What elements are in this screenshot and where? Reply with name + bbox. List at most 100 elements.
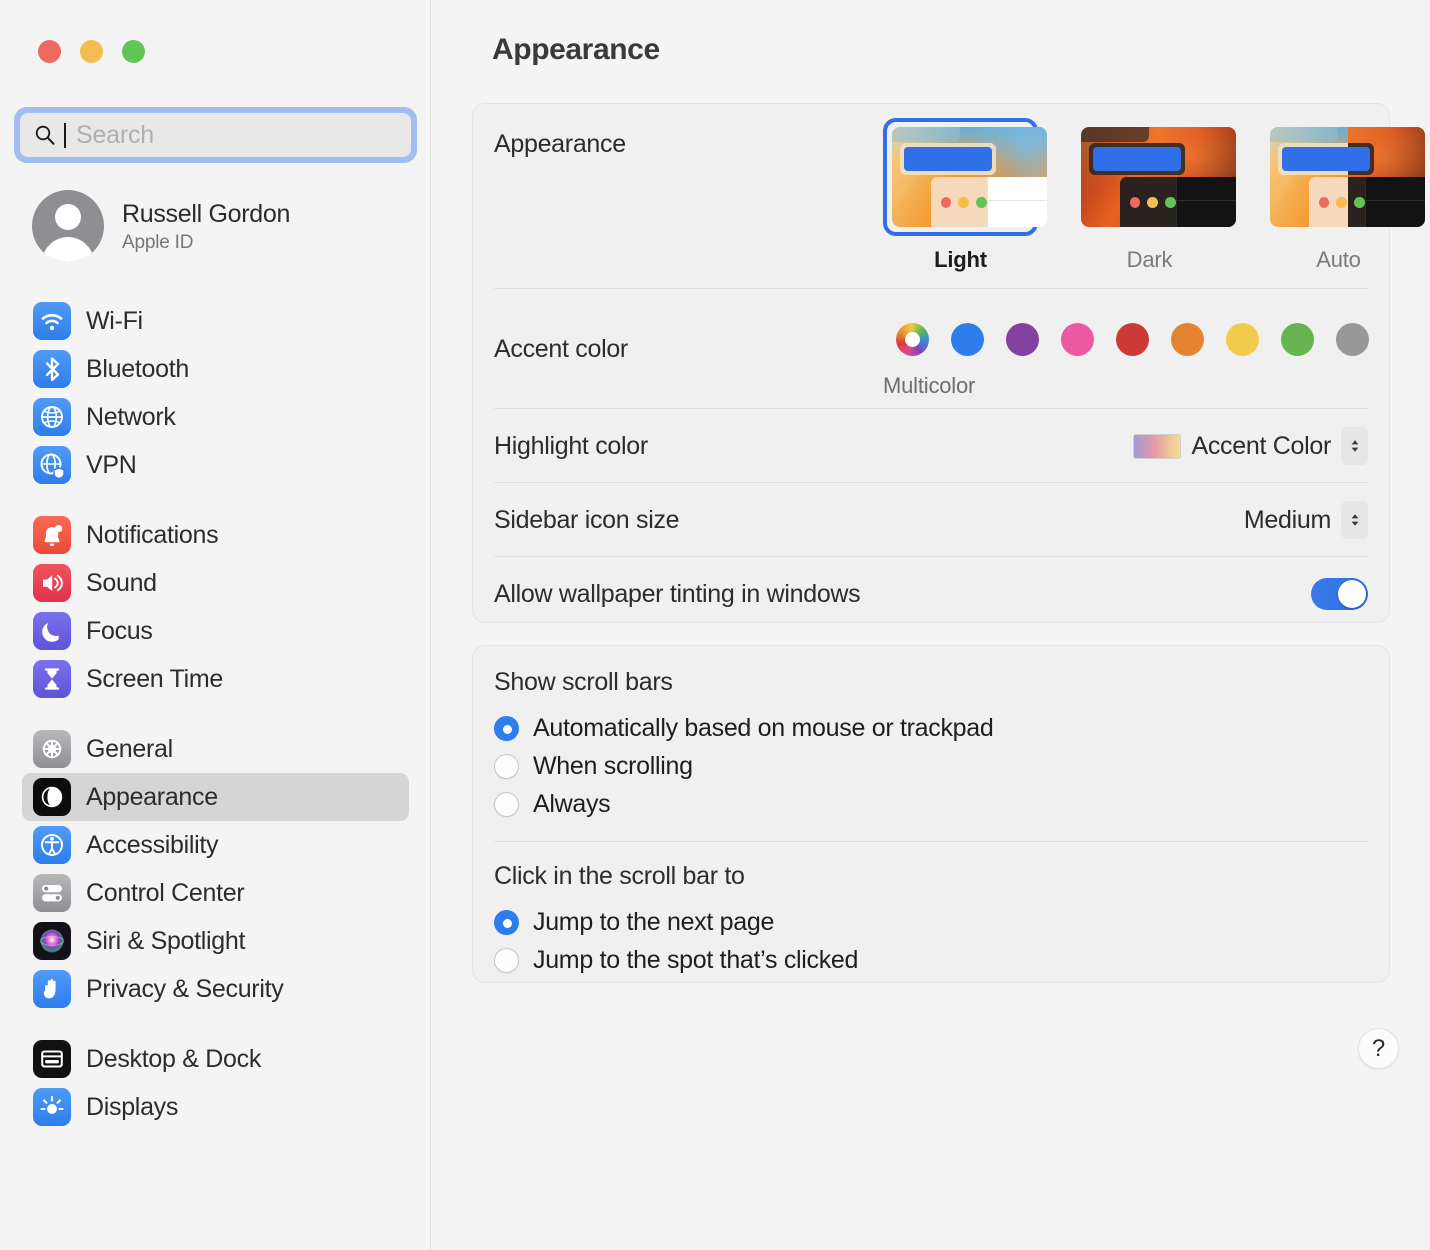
control-center-icon [33, 874, 71, 912]
theme-label: Auto [1261, 247, 1416, 273]
scroll-click-option-spot-clicked[interactable]: Jump to the spot that’s clicked [494, 941, 1368, 979]
maximize-button[interactable] [122, 40, 145, 63]
sidebar-item-label: Sound [86, 569, 157, 598]
radio-button[interactable] [494, 910, 519, 935]
radio-button[interactable] [494, 792, 519, 817]
sidebar-item-label: Network [86, 403, 176, 432]
sidebar-item-focus[interactable]: Focus [22, 607, 409, 655]
close-button[interactable] [38, 40, 61, 63]
appearance-contrast-icon [33, 778, 71, 816]
show-scroll-bars-title: Show scroll bars [494, 668, 1368, 697]
wifi-icon [33, 302, 71, 340]
window-traffic-lights [38, 40, 145, 63]
sidebar-item-label: Appearance [86, 783, 218, 812]
privacy-hand-icon [33, 970, 71, 1008]
theme-option-dark[interactable]: Dark [1072, 118, 1227, 273]
sidebar-item-vpn[interactable]: VPN [22, 441, 409, 489]
accent-swatch-red[interactable] [1116, 323, 1149, 356]
sidebar-item-label: Wi-Fi [86, 307, 143, 336]
theme-preview-light [892, 127, 1047, 227]
minimize-button[interactable] [80, 40, 103, 63]
theme-preview-dark [1081, 127, 1236, 227]
sidebar-group-desktop: Desktop & Dock [0, 1035, 431, 1131]
accent-swatch-multicolor[interactable] [896, 323, 929, 356]
radio-button[interactable] [494, 948, 519, 973]
accent-swatch-green[interactable] [1281, 323, 1314, 356]
radio-button[interactable] [494, 754, 519, 779]
search-placeholder: Search [76, 121, 154, 150]
theme-label: Light [883, 247, 1038, 273]
scroll-bars-option-auto[interactable]: Automatically based on mouse or trackpad [494, 709, 1368, 747]
radio-label: Automatically based on mouse or trackpad [533, 714, 993, 743]
sidebar-item-screen-time[interactable]: Screen Time [22, 655, 409, 703]
sidebar: Search Russell Gordon Apple ID [0, 0, 431, 1250]
sidebar-item-label: Displays [86, 1093, 178, 1122]
chevron-updown-icon[interactable] [1341, 501, 1368, 539]
sidebar-nav: Wi-Fi Bluetooth [0, 297, 431, 1153]
accent-swatch-purple[interactable] [1006, 323, 1039, 356]
sidebar-item-label: Accessibility [86, 831, 218, 860]
scroll-click-option-next-page[interactable]: Jump to the next page [494, 903, 1368, 941]
bluetooth-icon [33, 350, 71, 388]
sidebar-item-control-center[interactable]: Control Center [22, 869, 409, 917]
general-gear-icon [33, 730, 71, 768]
theme-option-light[interactable]: Light [883, 118, 1038, 273]
accessibility-icon [33, 826, 71, 864]
account-name: Russell Gordon [122, 199, 290, 229]
radio-button[interactable] [494, 716, 519, 741]
apple-id-account-row[interactable]: Russell Gordon Apple ID [32, 190, 290, 262]
accent-color-swatches [896, 323, 1369, 356]
sidebar-group-preferences: General Appearance [0, 725, 431, 1013]
toggle-knob [1338, 580, 1366, 608]
accent-swatch-graphite[interactable] [1336, 323, 1369, 356]
sidebar-item-sound[interactable]: Sound [22, 559, 409, 607]
accent-swatch-pink[interactable] [1061, 323, 1094, 356]
sidebar-item-label: Focus [86, 617, 153, 646]
system-settings-window: Search Russell Gordon Apple ID [0, 0, 1430, 1250]
sidebar-item-label: Desktop & Dock [86, 1045, 261, 1074]
sidebar-item-privacy-security[interactable]: Privacy & Security [22, 965, 409, 1013]
notifications-bell-icon [33, 516, 71, 554]
sidebar-item-displays[interactable]: Displays [22, 1083, 409, 1131]
highlight-color-value: Accent Color [1191, 432, 1331, 461]
sidebar-item-network[interactable]: Network [22, 393, 409, 441]
accent-swatch-orange[interactable] [1171, 323, 1204, 356]
page-title: Appearance [492, 33, 660, 67]
text-cursor [64, 123, 66, 148]
radio-label: Jump to the next page [533, 908, 774, 937]
radio-label: Jump to the spot that’s clicked [533, 946, 858, 975]
sidebar-item-wi-fi[interactable]: Wi-Fi [22, 297, 409, 345]
sidebar-icon-size-popup[interactable]: Medium [1244, 501, 1368, 539]
scroll-bars-option-when-scrolling[interactable]: When scrolling [494, 747, 1368, 785]
sidebar-item-siri-spotlight[interactable]: Siri & Spotlight [22, 917, 409, 965]
sound-speaker-icon [33, 564, 71, 602]
highlight-color-swatch [1133, 434, 1181, 459]
appearance-row: Appearance [473, 104, 1389, 289]
highlight-color-popup[interactable]: Accent Color [1133, 427, 1368, 465]
theme-preview-auto [1270, 127, 1425, 227]
search-icon [34, 124, 56, 146]
accent-color-caption: Multicolor [883, 373, 975, 399]
sidebar-item-desktop-dock[interactable]: Desktop & Dock [22, 1035, 409, 1083]
scroll-bars-option-always[interactable]: Always [494, 785, 1368, 823]
search-field-focus-ring: Search [14, 107, 417, 163]
chevron-updown-icon[interactable] [1341, 427, 1368, 465]
sidebar-item-accessibility[interactable]: Accessibility [22, 821, 409, 869]
theme-option-auto[interactable]: Auto [1261, 118, 1416, 273]
accent-swatch-yellow[interactable] [1226, 323, 1259, 356]
sidebar-item-notifications[interactable]: Notifications [22, 511, 409, 559]
appearance-settings-card: Appearance [472, 103, 1390, 623]
sidebar-item-general[interactable]: General [22, 725, 409, 773]
focus-moon-icon [33, 612, 71, 650]
wallpaper-tinting-toggle[interactable] [1311, 578, 1368, 610]
sidebar-item-bluetooth[interactable]: Bluetooth [22, 345, 409, 393]
highlight-color-label: Highlight color [494, 432, 648, 461]
sidebar-item-appearance[interactable]: Appearance [22, 773, 409, 821]
sidebar-item-label: Siri & Spotlight [86, 927, 245, 956]
sidebar-item-label: General [86, 735, 173, 764]
help-button[interactable]: ? [1358, 1028, 1399, 1069]
accent-swatch-blue[interactable] [951, 323, 984, 356]
vpn-globe-shield-icon [33, 446, 71, 484]
search-input[interactable]: Search [20, 113, 411, 157]
scroll-bar-settings-card: Show scroll bars Automatically based on … [472, 645, 1390, 983]
